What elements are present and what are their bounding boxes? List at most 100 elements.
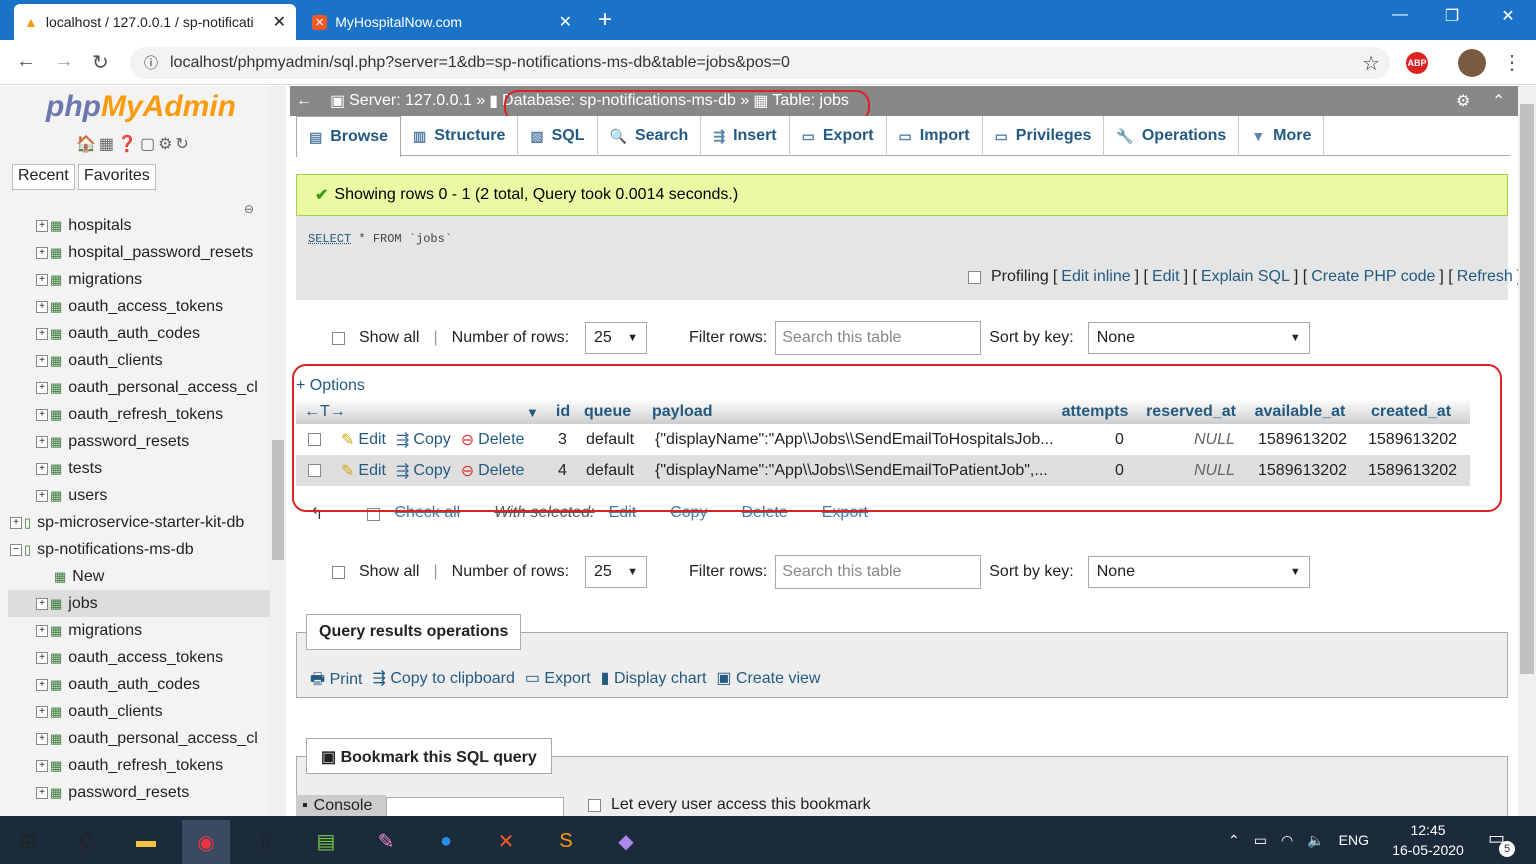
expand-icon[interactable]: +	[36, 678, 48, 691]
sidebar-item-oauth-access-tokens[interactable]: + ▦ oauth_access_tokens	[8, 293, 272, 320]
tab-insert[interactable]: ⇶ Insert	[701, 116, 790, 156]
expand-icon[interactable]: +	[36, 624, 48, 637]
collapse-arrow-icon[interactable]: ←	[296, 92, 312, 110]
refresh-link[interactable]: Refresh	[1457, 268, 1513, 286]
forward-icon[interactable]: →	[54, 50, 74, 73]
reload-icon[interactable]: ↻	[92, 50, 109, 75]
search-icon[interactable]: ⚲	[62, 824, 110, 858]
expand-icon[interactable]: +	[36, 408, 48, 421]
notepad-icon[interactable]: ▯	[242, 824, 290, 858]
num-rows-select[interactable]: 25 ▼	[585, 556, 648, 588]
sidebar-item-password-resets[interactable]: + ▦ password_resets	[8, 428, 272, 455]
expand-icon[interactable]: +	[36, 651, 48, 664]
sidebar-item-oauth-auth-codes[interactable]: + ▦ oauth_auth_codes	[8, 671, 272, 698]
expand-icon[interactable]: +	[36, 300, 48, 313]
omnibox[interactable]: ⓘ localhost/phpmyadmin/sql.php?server=1&…	[130, 47, 1390, 79]
sidebar-item-oauth-refresh-tokens[interactable]: + ▦ oauth_refresh_tokens	[8, 752, 272, 779]
close-window-icon[interactable]: ✕	[1488, 6, 1528, 26]
expand-icon[interactable]: +	[36, 462, 48, 475]
expand-icon[interactable]: +	[36, 759, 48, 772]
expand-icon[interactable]: +	[36, 381, 48, 394]
display-chart-link[interactable]: ▮ Display chart	[601, 668, 707, 695]
show-all-checkbox[interactable]	[332, 331, 345, 345]
tab-browse[interactable]: ▤ Browse	[296, 116, 402, 157]
sidebar-item-users[interactable]: + ▦ users	[8, 482, 272, 509]
clock[interactable]: 12:45 16-05-2020	[1388, 820, 1468, 860]
sidebar-item-oauth-clients[interactable]: + ▦ oauth_clients	[8, 347, 272, 374]
tab-import[interactable]: ▭ Import	[887, 116, 983, 156]
phpmyadmin-logo[interactable]: phpMyAdmin	[46, 90, 236, 124]
sql-query-text[interactable]: SELECT * FROM `jobs`	[308, 232, 452, 246]
expand-icon[interactable]: +	[36, 327, 48, 340]
sidebar-item-sp-microservice-starter-kit-db[interactable]: + ▯ sp-microservice-starter-kit-db	[8, 509, 272, 536]
back-icon[interactable]: ←	[16, 50, 36, 73]
favorites-button[interactable]: Favorites	[78, 164, 156, 190]
collapse-top-icon[interactable]: ⌃	[1492, 91, 1505, 111]
expand-icon[interactable]: +	[36, 246, 48, 259]
sidebar-item-password-resets[interactable]: + ▦ password_resets	[8, 779, 272, 806]
xampp-icon[interactable]: ✕	[482, 824, 530, 858]
sidebar-item-oauth-clients[interactable]: + ▦ oauth_clients	[8, 698, 272, 725]
profiling-checkbox[interactable]	[968, 270, 981, 284]
sidebar-item-hospital-password-resets[interactable]: + ▦ hospital_password_resets	[8, 239, 272, 266]
show-all-checkbox[interactable]	[332, 565, 345, 579]
sidebar-item-tests[interactable]: + ▦ tests	[8, 455, 272, 482]
tab-export[interactable]: ▭ Export	[790, 116, 887, 156]
expand-icon[interactable]: +	[36, 786, 48, 799]
tray-chevron-icon[interactable]: ⌃	[1228, 832, 1240, 849]
menu-dots-icon[interactable]: ⋮	[1502, 50, 1522, 75]
tab-operations[interactable]: 🔧 Operations	[1104, 116, 1240, 156]
sort-key-select[interactable]: None ▼	[1087, 322, 1310, 354]
breadcrumb-server[interactable]: Server: 127.0.0.1 »	[349, 92, 485, 110]
browser-tab-myhospital[interactable]: ✕ MyHospitalNow.com ✕	[302, 4, 582, 40]
edit-inline-link[interactable]: Edit inline	[1061, 268, 1130, 286]
tab-privileges[interactable]: ▭ Privileges	[983, 116, 1105, 156]
language-indicator[interactable]: ENG	[1339, 832, 1369, 848]
expand-icon[interactable]: +	[36, 597, 48, 610]
main-scroll-thumb[interactable]	[1520, 104, 1534, 674]
expand-icon[interactable]: +	[36, 489, 48, 502]
sidebar-item-oauth-refresh-tokens[interactable]: + ▦ oauth_refresh_tokens	[8, 401, 272, 428]
create-php-link[interactable]: Create PHP code	[1311, 268, 1435, 286]
bookmark-star-icon[interactable]: ☆	[1362, 51, 1380, 76]
chrome-icon[interactable]: ◉	[182, 820, 230, 864]
expand-icon[interactable]: +	[36, 705, 48, 718]
battery-icon[interactable]: ▭	[1254, 832, 1267, 849]
file-explorer-icon[interactable]: ▬	[122, 824, 170, 858]
share-bookmark-checkbox[interactable]	[588, 798, 601, 812]
sidebar-item-oauth-personal-access-cl[interactable]: + ▦ oauth_personal_access_cl	[8, 374, 272, 401]
adblock-icon[interactable]: ABP	[1406, 52, 1428, 74]
new-tab-icon[interactable]: +	[598, 6, 612, 34]
num-rows-select[interactable]: 25 ▼	[585, 322, 648, 354]
expand-icon[interactable]: −	[10, 543, 22, 556]
create-view-link[interactable]: ▣ Create view	[716, 668, 820, 695]
editor-icon[interactable]: ▤	[302, 824, 350, 858]
sidebar-item-jobs[interactable]: + ▦ jobs	[8, 590, 272, 617]
sidebar-toolbar-icons[interactable]: 🏠▦❓▢⚙↻	[76, 134, 192, 154]
bookmark-label-input[interactable]	[386, 797, 564, 817]
tab-search[interactable]: 🔍 Search	[598, 116, 702, 156]
volume-icon[interactable]: 🔈	[1307, 832, 1324, 849]
tab-sql[interactable]: ▧ SQL	[518, 116, 598, 156]
browser-tab-phpmyadmin[interactable]: ▲ localhost / 127.0.0.1 / sp-notificati …	[14, 4, 296, 40]
recent-button[interactable]: Recent	[12, 164, 75, 190]
sidebar-item-migrations[interactable]: + ▦ migrations	[8, 266, 272, 293]
sidebar-item-sp-notifications-ms-db[interactable]: − ▯ sp-notifications-ms-db	[8, 536, 272, 563]
avatar[interactable]	[1458, 49, 1486, 77]
tab-more[interactable]: ▼ More	[1239, 116, 1325, 156]
restore-icon[interactable]: ❐	[1432, 6, 1472, 26]
settings-gear-icon[interactable]: ⚙	[1456, 91, 1470, 111]
sidebar-scroll-thumb[interactable]	[272, 440, 284, 560]
expand-icon[interactable]: +	[36, 273, 48, 286]
minimize-icon[interactable]: —	[1380, 6, 1420, 24]
print-link[interactable]: 🖶 Print	[310, 668, 362, 695]
sidebar-item-new[interactable]: ▦ New	[8, 563, 272, 590]
windows-start-icon[interactable]: ⊞	[4, 824, 52, 858]
sublime-icon[interactable]: S	[542, 824, 590, 858]
paint-icon[interactable]: ✎	[362, 824, 410, 858]
wifi-icon[interactable]: ◠	[1281, 832, 1293, 849]
sort-key-select[interactable]: None ▼	[1087, 556, 1310, 588]
sidebar-item-oauth-personal-access-cl[interactable]: + ▦ oauth_personal_access_cl	[8, 725, 272, 752]
copy-clipboard-link[interactable]: ⇶ Copy to clipboard	[372, 668, 514, 695]
expand-icon[interactable]: +	[10, 516, 22, 529]
